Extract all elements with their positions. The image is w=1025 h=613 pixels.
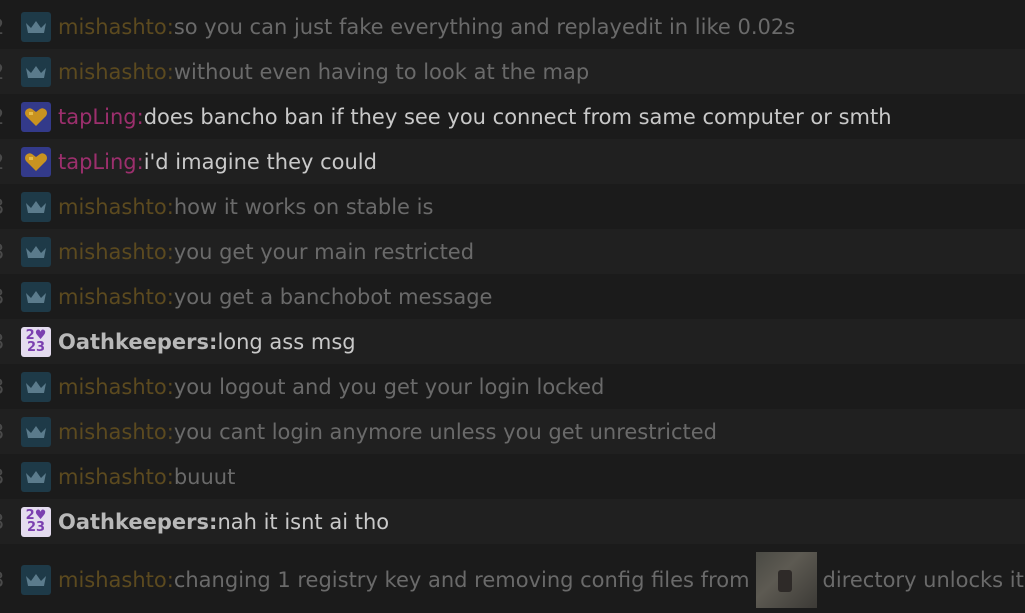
username[interactable]: tapLing	[58, 105, 137, 129]
crown-icon[interactable]	[21, 236, 51, 267]
message-text: buuut	[173, 464, 236, 489]
separator: :	[136, 149, 144, 174]
username[interactable]: mishashto	[58, 420, 167, 444]
username[interactable]: Oathkeepers	[58, 330, 209, 354]
message-text: you logout and you get your login locked	[173, 374, 605, 399]
message-text: how it works on stable is	[173, 194, 434, 219]
timestamp: 2	[0, 105, 13, 129]
username[interactable]: mishashto	[58, 375, 167, 399]
timestamp: 3	[0, 420, 13, 444]
chat-message[interactable]: 3 mishashto: you get your main restricte…	[0, 229, 1025, 274]
separator: :	[166, 59, 174, 84]
timestamp: 2	[0, 60, 13, 84]
chat-message[interactable]: 2 tapLing: i'd imagine they could	[0, 139, 1025, 184]
separator: :	[209, 509, 218, 534]
timestamp: 3	[0, 568, 13, 592]
username[interactable]: mishashto	[58, 15, 167, 39]
message-text: you get your main restricted	[173, 239, 475, 264]
crown-icon[interactable]	[21, 416, 51, 447]
username[interactable]: mishashto	[58, 285, 167, 309]
username[interactable]: Oathkeepers	[58, 510, 209, 534]
message-text: nah it isnt ai tho	[217, 509, 390, 534]
message-text: changing 1 registry key and removing con…	[173, 567, 750, 592]
timestamp: 2	[0, 150, 13, 174]
username[interactable]: mishashto	[58, 60, 167, 84]
chat-message[interactable]: 3 mishashto: you cant login anymore unle…	[0, 409, 1025, 454]
chat-message[interactable]: 2 tapLing: does bancho ban if they see y…	[0, 94, 1025, 139]
year-badge-bottom: 23	[26, 519, 46, 535]
username[interactable]: mishashto	[58, 195, 167, 219]
year-2023-icon[interactable]: 2♥ 23	[21, 506, 51, 537]
timestamp: 2	[0, 15, 13, 39]
chat-message[interactable]: 3 mishashto: you logout and you get your…	[0, 364, 1025, 409]
timestamp: 3	[0, 330, 13, 354]
chat-message[interactable]: 2 mishashto: without even having to look…	[0, 49, 1025, 94]
chat-message[interactable]: 3 2♥ 23 Oathkeepers: nah it isnt ai tho	[0, 499, 1025, 544]
emote-image[interactable]	[755, 551, 817, 608]
separator: :	[166, 239, 174, 264]
crown-icon[interactable]	[21, 564, 51, 595]
timestamp: 3	[0, 465, 13, 489]
separator: :	[136, 104, 144, 129]
message-text: long ass msg	[217, 329, 356, 354]
year-2023-icon[interactable]: 2♥ 23	[21, 326, 51, 357]
message-text: does bancho ban if they see you connect …	[143, 104, 892, 129]
chat-message[interactable]: 3 mishashto: buuut	[0, 454, 1025, 499]
username[interactable]: tapLing	[58, 150, 137, 174]
crown-icon[interactable]	[21, 371, 51, 402]
chat-message[interactable]: 3 2♥ 23 Oathkeepers: long ass msg	[0, 319, 1025, 364]
username[interactable]: mishashto	[58, 465, 167, 489]
chat-log[interactable]: 2 mishashto: so you can just fake everyt…	[0, 0, 1025, 613]
year-badge-bottom: 23	[26, 339, 46, 355]
separator: :	[166, 419, 174, 444]
crown-icon[interactable]	[21, 56, 51, 87]
chat-message[interactable]: 2 mishashto: so you can just fake everyt…	[0, 4, 1025, 49]
message-text: you cant login anymore unless you get un…	[173, 419, 717, 444]
separator: :	[166, 374, 174, 399]
separator: :	[166, 194, 174, 219]
separator: :	[166, 567, 174, 592]
message-text: so you can just fake everything and repl…	[173, 14, 796, 39]
chat-message[interactable]: 3 mishashto: changing 1 registry key and…	[0, 544, 1025, 613]
message-text: you get a banchobot message	[173, 284, 493, 309]
timestamp: 3	[0, 375, 13, 399]
separator: :	[166, 14, 174, 39]
timestamp: 3	[0, 195, 13, 219]
heart-icon[interactable]	[21, 101, 51, 132]
timestamp: 3	[0, 510, 13, 534]
message-text-after: directory unlocks it	[822, 567, 1024, 592]
timestamp: 3	[0, 285, 13, 309]
separator: :	[166, 284, 174, 309]
chat-message[interactable]: 3 mishashto: you get a banchobot message	[0, 274, 1025, 319]
message-text: i'd imagine they could	[143, 149, 377, 174]
crown-icon[interactable]	[21, 11, 51, 42]
crown-icon[interactable]	[21, 461, 51, 492]
username[interactable]: mishashto	[58, 240, 167, 264]
message-text: without even having to look at the map	[173, 59, 590, 84]
separator: :	[209, 329, 218, 354]
username[interactable]: mishashto	[58, 568, 167, 592]
heart-icon[interactable]	[21, 146, 51, 177]
chat-message[interactable]: 3 mishashto: how it works on stable is	[0, 184, 1025, 229]
separator: :	[166, 464, 174, 489]
crown-icon[interactable]	[21, 191, 51, 222]
timestamp: 3	[0, 240, 13, 264]
crown-icon[interactable]	[21, 281, 51, 312]
